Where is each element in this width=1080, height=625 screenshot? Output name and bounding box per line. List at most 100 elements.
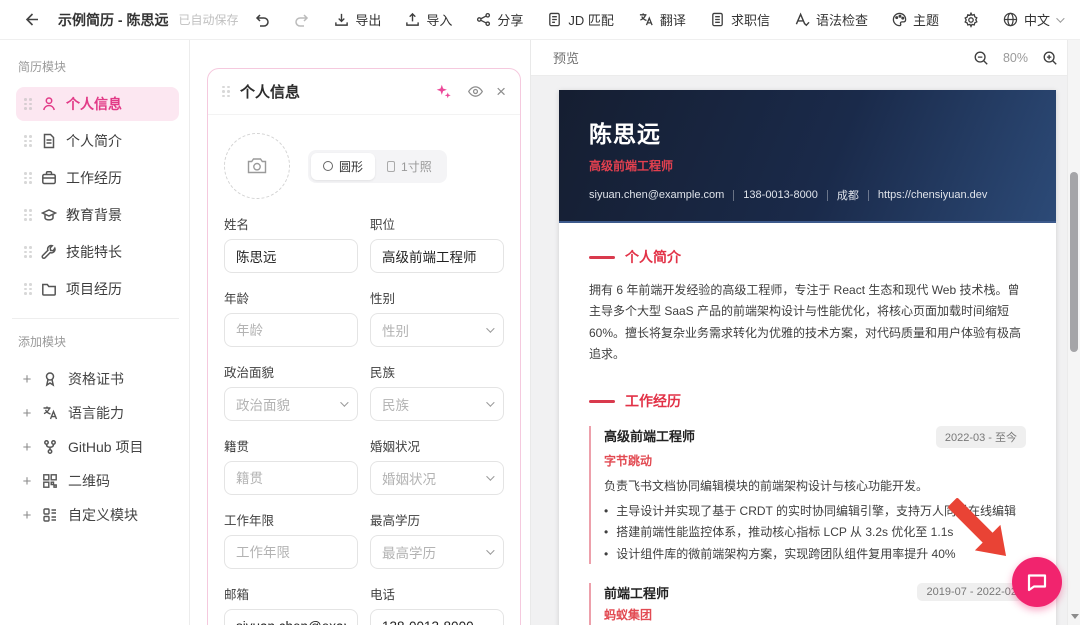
field-label-age: 年龄 [224, 288, 358, 307]
job-title: 前端工程师 [604, 583, 917, 602]
sidebar-item-summary[interactable]: 个人简介 [16, 124, 179, 158]
top-toolbar: 示例简历 - 陈思远 已自动保存 导出 导入 分享 JD 匹配 翻译 [0, 0, 1080, 40]
drag-handle[interactable] [24, 209, 32, 221]
translate-icon [638, 12, 654, 27]
back-button[interactable] [16, 6, 44, 34]
drag-handle[interactable] [24, 246, 32, 258]
add-module-github[interactable]: + GitHub 项目 [16, 430, 179, 464]
plus-icon: + [22, 371, 32, 388]
preview-panel: 预览 80% 陈思远 高级前端工程师 siyuan.chen@example.c… [531, 40, 1080, 625]
window-scrollbar[interactable] [1067, 40, 1080, 625]
zoom-in-icon [1042, 50, 1058, 66]
grammar-check-button[interactable]: 语法检查 [794, 10, 868, 29]
autosave-status: 已自动保存 [178, 11, 238, 28]
job-bullet: •设计组件库的微前端架构方案，实现跨团队组件复用率提升 40% [604, 545, 1026, 564]
zoom-out-button[interactable] [973, 50, 989, 66]
document-icon [41, 133, 57, 149]
jd-match-button[interactable]: JD 匹配 [547, 10, 614, 29]
ethnicity-select[interactable]: 民族 [370, 387, 504, 421]
shape-id-photo-option[interactable]: 1寸照 [375, 153, 444, 180]
field-label-hometown: 籍贯 [224, 436, 358, 455]
section-dash [589, 400, 615, 403]
redo-icon [294, 12, 310, 28]
editor-panel: 个人信息 × 圆形 [190, 40, 531, 625]
visibility-toggle[interactable] [464, 81, 486, 103]
sidebar-item-personal-info[interactable]: 个人信息 [16, 87, 179, 121]
chevron-down-icon [340, 398, 348, 406]
circle-shape-icon [323, 161, 333, 171]
position-input[interactable] [370, 239, 504, 273]
chevron-down-icon [486, 398, 494, 406]
chat-fab-button[interactable] [1012, 557, 1062, 607]
resume-email: siyuan.chen@example.com [589, 189, 724, 201]
share-icon [476, 12, 491, 27]
add-module-qrcode[interactable]: + 二维码 [16, 464, 179, 498]
back-arrow-icon [22, 11, 39, 28]
scrollbar-down-arrow[interactable] [1071, 614, 1079, 619]
theme-button[interactable]: 主题 [892, 10, 939, 29]
email-input[interactable] [224, 609, 358, 625]
job-title: 高级前端工程师 [604, 426, 936, 445]
phone-input[interactable] [370, 609, 504, 625]
name-input[interactable] [224, 239, 358, 273]
sidebar-divider [12, 318, 179, 319]
sidebar-item-skills[interactable]: 技能特长 [16, 235, 179, 269]
marital-status-select[interactable]: 婚姻状况 [370, 461, 504, 495]
field-label-ethnicity: 民族 [370, 362, 504, 381]
document-title: 示例简历 - 陈思远 [58, 10, 168, 30]
chat-bubble-icon [1025, 570, 1049, 594]
field-label-education: 最高学历 [370, 510, 504, 529]
letter-document-icon [710, 12, 725, 27]
add-module-custom[interactable]: + 自定义模块 [16, 498, 179, 532]
avatar-shape-toggle: 圆形 1寸照 [308, 150, 447, 183]
drag-handle[interactable] [24, 98, 32, 110]
job-date-badge: 2019-07 - 2022-02 [917, 583, 1026, 601]
avatar-upload[interactable] [224, 133, 290, 199]
github-icon [42, 439, 58, 455]
drag-handle[interactable] [24, 135, 32, 147]
plus-icon: + [22, 507, 32, 524]
resume-header: 陈思远 高级前端工程师 siyuan.chen@example.com 138-… [559, 90, 1056, 223]
translate-button[interactable]: 翻译 [638, 10, 686, 29]
political-status-select[interactable]: 政治面貌 [224, 387, 358, 421]
add-module-language[interactable]: + 语言能力 [16, 396, 179, 430]
field-label-gender: 性别 [370, 288, 504, 307]
close-card-button[interactable]: × [496, 83, 506, 100]
import-button[interactable]: 导入 [405, 10, 452, 29]
job-description: 负责飞书文档协同编辑模块的前端架构设计与核心功能开发。 [604, 477, 1026, 496]
drag-handle[interactable] [24, 283, 32, 295]
drag-handle[interactable] [24, 172, 32, 184]
qrcode-icon [42, 473, 58, 489]
gender-select[interactable]: 性别 [370, 313, 504, 347]
section-dash [589, 256, 615, 259]
add-module-certificate[interactable]: + 资格证书 [16, 362, 179, 396]
summary-text: 拥有 6 年前端开发经验的高级工程师，专注于 React 生态和现代 Web 技… [589, 280, 1026, 365]
shape-circle-option[interactable]: 圆形 [311, 153, 375, 180]
export-button[interactable]: 导出 [334, 10, 381, 29]
undo-button[interactable] [254, 12, 270, 28]
hometown-input[interactable] [224, 461, 358, 495]
cover-letter-button[interactable]: 求职信 [710, 10, 770, 29]
sidebar-item-education[interactable]: 教育背景 [16, 198, 179, 232]
share-button[interactable]: 分享 [476, 10, 523, 29]
zoom-in-button[interactable] [1042, 50, 1058, 66]
scrollbar-thumb[interactable] [1070, 172, 1078, 352]
briefcase-icon [41, 170, 57, 186]
summary-section-header: 个人简介 [589, 247, 1026, 267]
preview-canvas: 陈思远 高级前端工程师 siyuan.chen@example.com 138-… [531, 76, 1080, 625]
field-label-position: 职位 [370, 214, 504, 233]
settings-button[interactable] [963, 12, 979, 28]
redo-button[interactable] [294, 12, 310, 28]
sidebar-item-projects[interactable]: 项目经历 [16, 272, 179, 306]
resume-page: 陈思远 高级前端工程师 siyuan.chen@example.com 138-… [559, 90, 1056, 625]
experience-years-input[interactable] [224, 535, 358, 569]
ai-assist-button[interactable] [432, 81, 454, 103]
age-input[interactable] [224, 313, 358, 347]
field-label-political: 政治面貌 [224, 362, 358, 381]
field-label-name: 姓名 [224, 214, 358, 233]
language-switcher[interactable]: 中文 [1003, 10, 1062, 29]
plus-icon: + [22, 405, 32, 422]
education-select[interactable]: 最高学历 [370, 535, 504, 569]
card-drag-handle[interactable] [222, 86, 230, 98]
sidebar-item-work-experience[interactable]: 工作经历 [16, 161, 179, 195]
